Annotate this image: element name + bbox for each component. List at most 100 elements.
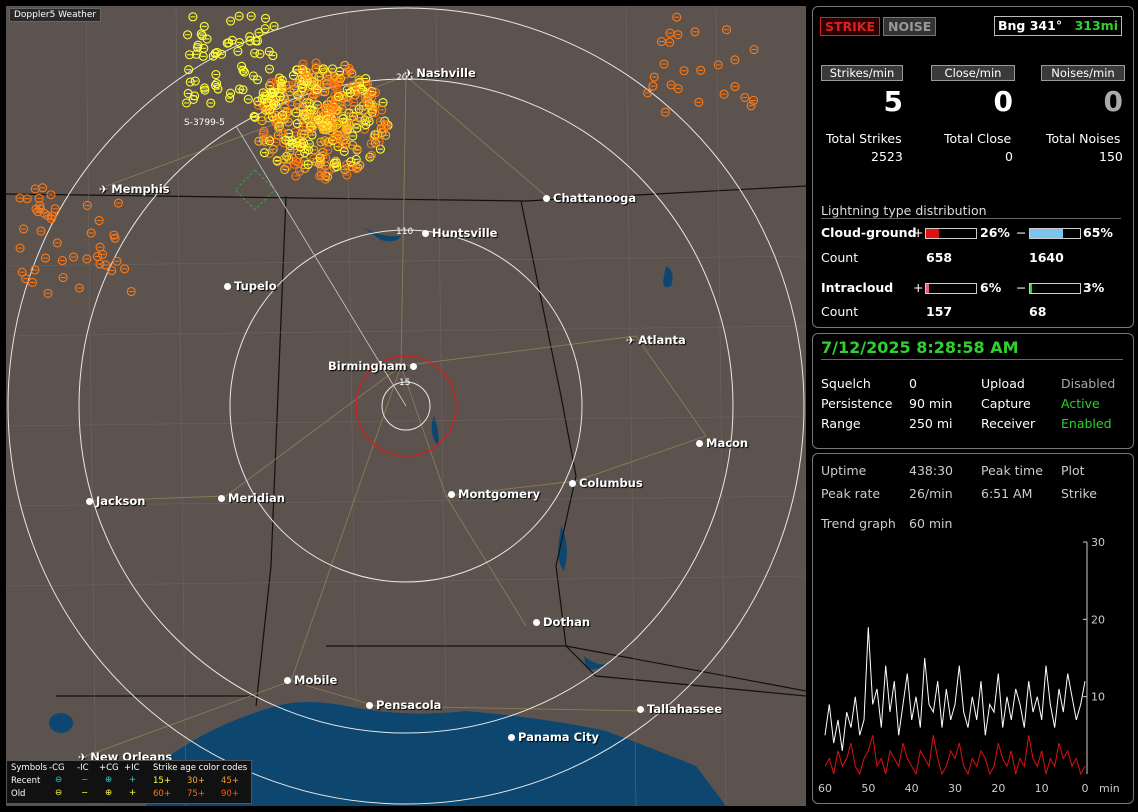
state-borders: [6, 185, 806, 707]
range-value: 250 mi: [909, 416, 953, 431]
airport-icon: ✈: [99, 183, 109, 196]
legend-col: +IC: [124, 763, 140, 773]
close-per-min-value: 0: [993, 85, 1013, 118]
persistence-label: Persistence: [821, 396, 893, 411]
bearing-value: Bng 341°: [998, 18, 1063, 33]
y-tick-label: 10: [1091, 691, 1105, 704]
distance-value: 313mi: [1074, 18, 1118, 33]
airport-icon: ✈: [626, 334, 636, 347]
legend-recent-label: Recent: [11, 776, 41, 786]
app-title: Doppler5 Weather: [9, 8, 102, 22]
legend-symbols-label: Symbols: [11, 763, 48, 773]
legend-age: 75+: [187, 789, 205, 799]
intracloud-label: Intracloud: [821, 280, 894, 295]
bearing-box: Bng 341° 313mi: [994, 16, 1122, 36]
legend-age-label: Strike age color codes: [153, 763, 248, 773]
city-dot-icon: [409, 363, 417, 370]
city-label: Panama City: [518, 730, 599, 744]
trend-series-line: [824, 735, 1086, 776]
minus-sign: −: [1016, 280, 1027, 295]
legend-old-label: Old: [11, 789, 26, 799]
cg-negative-count: 1640: [1029, 250, 1064, 265]
datetime-display: 7/12/2025 8:28:58 AM: [821, 338, 1123, 360]
receiver-status: Enabled: [1061, 416, 1112, 431]
distribution-title: Lightning type distribution: [821, 203, 1121, 219]
minus-sign: −: [1016, 225, 1027, 240]
x-tick-label: 0: [1082, 782, 1089, 795]
city-dot-icon: [86, 498, 93, 505]
city-dot-icon: [224, 283, 231, 290]
info-panel: 7/12/2025 8:28:58 AM Squelch 0 Upload Di…: [812, 333, 1134, 449]
trend-chart: 30 20 10 60 50 40 30 20 10 0 min: [818, 536, 1120, 795]
lightning-map[interactable]: Doppler5 Weather 205 110 15 S-3799-5 ✈ Na…: [6, 6, 806, 806]
city-dot-icon: [637, 706, 644, 713]
x-tick-label: 60: [818, 782, 832, 795]
city-atlanta: ✈ Atlanta: [626, 333, 686, 347]
trend-series-line: [824, 627, 1086, 751]
y-tick-label: 20: [1091, 613, 1105, 626]
city-label: Tupelo: [234, 279, 277, 293]
total-noises-value: 150: [1099, 149, 1123, 164]
neg-cg-old-icon: ⊖: [55, 788, 63, 798]
upload-status: Disabled: [1061, 376, 1116, 391]
lake-pontchartrain: [49, 713, 73, 733]
city-huntsville: Huntsville: [422, 226, 497, 240]
x-tick-label: 30: [948, 782, 962, 795]
total-noises-label: Total Noises: [1046, 131, 1121, 146]
ic-negative-count: 68: [1029, 304, 1047, 319]
plus-sign: +: [913, 225, 924, 240]
legend-col: -IC: [77, 763, 89, 773]
map-canvas: [6, 6, 806, 806]
upload-label: Upload: [981, 376, 1025, 391]
city-label: Memphis: [111, 182, 170, 196]
city-dot-icon: [284, 677, 291, 684]
city-memphis: ✈ Memphis: [99, 182, 170, 196]
city-label: Atlanta: [638, 333, 686, 347]
legend-col: -CG: [49, 763, 65, 773]
city-label: Nashville: [416, 66, 476, 80]
strikes-per-min-value: 5: [883, 85, 903, 118]
ic-positive-pct: 6%: [980, 280, 1002, 295]
cg-count-label: Count: [821, 250, 859, 265]
city-dothan: Dothan: [533, 615, 590, 629]
strike-markers: [15, 11, 759, 298]
neg-ic-old-icon: −: [81, 788, 89, 798]
lake: [663, 266, 673, 288]
legend-age: 60+: [153, 789, 171, 799]
city-label: Jackson: [96, 494, 146, 508]
x-tick-label: 20: [991, 782, 1005, 795]
cg-negative-bar: [1029, 228, 1081, 239]
city-columbus: Columbus: [569, 476, 643, 490]
ic-count-label: Count: [821, 304, 859, 319]
x-tick-label: 40: [905, 782, 919, 795]
capture-status: Active: [1061, 396, 1100, 411]
total-strikes-label: Total Strikes: [826, 131, 902, 146]
cg-positive-count: 658: [926, 250, 953, 265]
strikes-per-min-header: Strikes/min: [821, 65, 903, 81]
city-mobile: Mobile: [284, 673, 337, 687]
ic-positive-count: 157: [926, 304, 953, 319]
city-jackson: Jackson: [86, 494, 145, 508]
city-label: Tallahassee: [647, 702, 723, 716]
city-label: Dothan: [543, 615, 591, 629]
cg-negative-pct: 65%: [1083, 225, 1113, 240]
trend-panel: Uptime 438:30 Peak time Plot Peak rate 2…: [812, 453, 1134, 804]
cg-positive-pct: 26%: [980, 225, 1010, 240]
airport-icon: ✈: [404, 67, 414, 80]
ring-label: 15: [399, 378, 411, 388]
city-nashville: ✈ Nashville: [404, 66, 476, 80]
city-dot-icon: [533, 619, 540, 626]
plus-sign: +: [913, 280, 924, 295]
noises-per-min-header: Noises/min: [1041, 65, 1125, 81]
ic-negative-bar: [1029, 283, 1081, 294]
city-label: Birmingham: [328, 359, 407, 373]
squelch-value: 0: [909, 376, 917, 391]
legend-age: 45+: [221, 776, 239, 786]
city-tupelo: Tupelo: [224, 279, 277, 293]
city-dot-icon: [448, 491, 455, 498]
noises-per-min-value: 0: [1103, 85, 1123, 118]
city-label: Pensacola: [376, 698, 442, 712]
x-tick-label: 10: [1035, 782, 1049, 795]
pos-cg-recent-icon: ⊕: [105, 775, 113, 785]
noise-indicator: NOISE: [883, 17, 937, 36]
